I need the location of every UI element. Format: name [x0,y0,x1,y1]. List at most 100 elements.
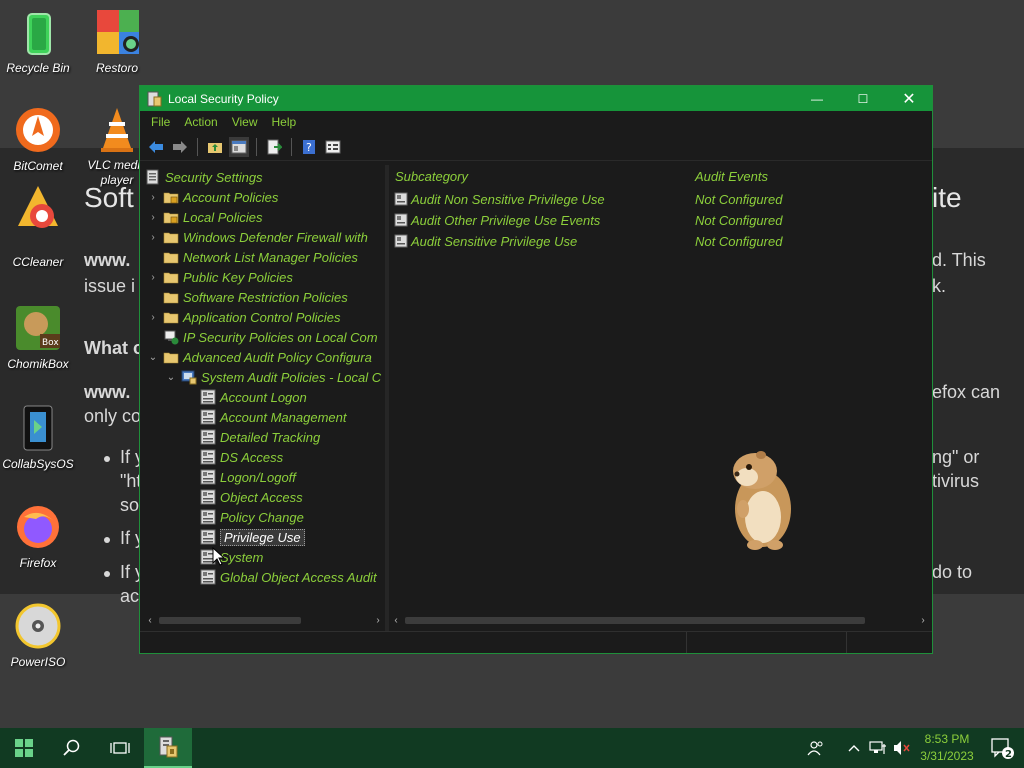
network-icon[interactable] [866,728,890,768]
tree-item[interactable]: Object Access [200,487,303,507]
desktop-icon-bitcomet[interactable]: BitComet [0,106,80,174]
tree-item[interactable]: › Windows Defender Firewall with [147,227,368,247]
desktop-icon-label: Recycle Bin [6,61,70,75]
desktop-icon-restoro[interactable]: Restoro [75,8,159,76]
column-header-subcategory[interactable]: Subcategory [395,169,468,184]
expand-chevron-icon[interactable]: › [147,272,159,283]
scroll-right-arrow-icon[interactable]: › [916,612,930,628]
recycle-bin-icon [14,8,62,56]
tree-item[interactable]: Logon/Logoff [200,467,296,487]
maximize-button[interactable]: ☐ [840,86,886,111]
up-folder-icon[interactable] [205,137,225,157]
title-bar[interactable]: Local Security Policy — ☐ ✕ [140,86,932,111]
menu-help[interactable]: Help [265,115,304,129]
bg-title-right: ite [932,182,962,213]
menu-action[interactable]: Action [177,115,224,129]
show-hidden-icons-chevron-icon[interactable] [842,728,866,768]
tree-item-label: Application Control Policies [183,309,341,325]
bg-line3-left: www. [84,382,131,402]
action-center-button[interactable]: 2 [980,728,1024,768]
notification-count: 2 [1005,749,1012,760]
desktop-icon-collabsysos[interactable]: CollabSysOS [0,404,80,472]
desktop-icon-label: Firefox [19,556,57,570]
clock[interactable]: 8:53 PM 3/31/2023 [914,731,980,765]
svg-text:?: ? [306,141,312,154]
forward-arrow-icon[interactable] [170,137,190,157]
properties-icon[interactable] [323,137,343,157]
scroll-right-arrow-icon[interactable]: › [371,612,385,628]
tree-item-label: System Audit Policies - Local C [201,369,382,385]
tree-item[interactable]: Software Restriction Policies [147,287,348,307]
tree-item-label: Network List Manager Policies [183,249,358,265]
list-row[interactable]: Audit Other Privilege Use Events [394,210,600,230]
tree-horizontal-scrollbar[interactable]: ‹ › [143,612,385,628]
tree-item[interactable]: › Application Control Policies [147,307,341,327]
tree-item[interactable]: ⌄ Advanced Audit Policy Configura [147,347,372,367]
chomikbox-icon: Box [14,304,62,352]
list-cell-subcategory: Audit Sensitive Privilege Use [411,233,578,249]
desktop-icon-poweriso[interactable]: PowerISO [0,602,80,670]
tree-item[interactable]: Account Management [200,407,346,427]
tree-item[interactable]: Policy Change [200,507,304,527]
export-list-icon[interactable] [264,137,284,157]
scroll-left-arrow-icon[interactable]: ‹ [389,612,403,628]
toolbar-separator [197,137,198,156]
collabsysos-icon [14,404,62,452]
tree-item[interactable]: System [200,547,263,567]
folder-lock-icon [163,189,179,205]
bg-line2-left: issue i [84,276,136,296]
expand-chevron-icon[interactable]: › [147,212,159,223]
list-horizontal-scrollbar[interactable]: ‹ › [389,612,930,628]
list-cell-subcategory: Audit Non Sensitive Privilege Use [411,191,605,207]
policy-icon [200,409,216,425]
tree-item[interactable]: Security Settings [145,167,263,187]
task-view-button[interactable] [96,728,144,768]
tree-item[interactable]: › Local Policies [147,207,262,227]
search-button[interactable] [48,728,96,768]
menu-view[interactable]: View [225,115,265,129]
menu-file[interactable]: File [144,115,177,129]
tree-item[interactable]: ⌄ System Audit Policies - Local C [165,367,381,387]
desktop-icon-ccleaner[interactable]: CCleaner [0,184,80,270]
column-header-audit-events[interactable]: Audit Events [695,169,768,184]
collapse-chevron-icon[interactable]: ⌄ [165,372,177,383]
list-row[interactable]: Audit Non Sensitive Privilege Use [394,189,605,209]
tree-item[interactable]: Account Logon [200,387,307,407]
scroll-left-arrow-icon[interactable]: ‹ [143,612,157,628]
folder-icon [163,229,179,245]
desktop-icon-chomikbox[interactable]: Box ChomikBox [0,304,80,372]
tree-item[interactable]: Privilege Use [200,527,305,547]
notification-icon: 2 [991,738,1014,760]
start-button[interactable] [0,728,48,768]
hamster-desktop-pet[interactable] [725,447,795,552]
vlc-cone-icon [93,106,141,154]
help-icon[interactable]: ? [299,137,319,157]
tree-item[interactable]: Detailed Tracking [200,427,320,447]
volume-muted-icon[interactable] [890,728,914,768]
minimize-button[interactable]: — [794,86,840,111]
show-hide-console-tree-icon[interactable] [229,136,249,157]
back-arrow-icon[interactable] [146,137,166,157]
status-bar [140,631,932,653]
people-icon[interactable] [804,728,828,768]
tree-item-label: Privilege Use [220,528,305,546]
taskbar-local-security-policy[interactable] [144,728,192,768]
expand-chevron-icon[interactable]: › [147,192,159,203]
tree-item[interactable]: Global Object Access Audit [200,567,377,587]
tree-item[interactable]: › Public Key Policies [147,267,293,287]
expand-chevron-icon[interactable]: › [147,232,159,243]
list-row[interactable]: Audit Sensitive Privilege Use [394,231,577,251]
desktop-icon-firefox[interactable]: Firefox [0,503,80,571]
close-button[interactable]: ✕ [886,86,932,111]
scrollbar-thumb[interactable] [405,617,865,624]
expand-chevron-icon[interactable]: › [147,312,159,323]
tree-item[interactable]: DS Access [200,447,283,467]
tree-item[interactable]: IP Security Policies on Local Com [147,327,378,347]
scrollbar-thumb[interactable] [159,617,301,624]
desktop-icon-recycle-bin[interactable]: Recycle Bin [0,8,80,76]
collapse-chevron-icon[interactable]: ⌄ [147,352,159,363]
policy-icon [200,449,216,465]
tree-item[interactable]: › Account Policies [147,187,278,207]
tree-item-label: Software Restriction Policies [183,289,348,305]
tree-item[interactable]: Network List Manager Policies [147,247,358,267]
